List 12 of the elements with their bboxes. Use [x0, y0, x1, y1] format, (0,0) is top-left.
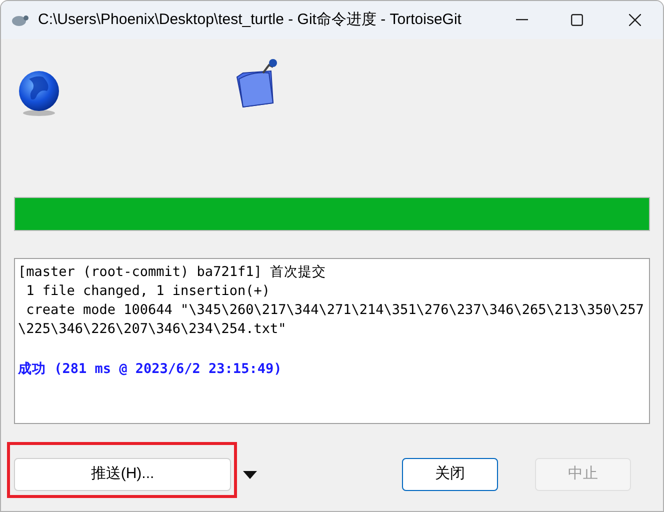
- log-line: 1 file changed, 1 insertion(+): [25, 282, 270, 301]
- push-button[interactable]: 推送(H)...: [14, 458, 231, 491]
- log-line: \225\346\226\207\346\234\254.txt": [18, 320, 286, 339]
- log-line: create mode 100644 "\345\260\217\344\271\214\351\276\237\346\265\213\350\257: [25, 301, 644, 320]
- log-line: 成功 (281 ms @ 2023/6/2 23:15:49): [18, 360, 282, 379]
- log-line: [master (root-commit) ba721f1] 首次提交: [18, 263, 326, 282]
- maximize-icon[interactable]: [571, 14, 583, 26]
- dropdown-arrow-icon[interactable]: [243, 470, 257, 478]
- window-title: C:\Users\Phoenix\Desktop\test_turtle - Git命令进度 - TortoiseGit: [38, 10, 462, 30]
- close-button[interactable]: 关闭: [402, 458, 498, 491]
- minimize-icon[interactable]: [516, 19, 528, 21]
- close-icon[interactable]: [629, 14, 641, 26]
